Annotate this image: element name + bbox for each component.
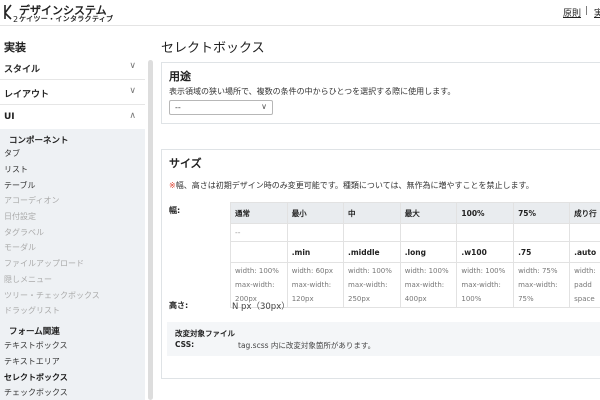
sidebar-item-drag-list[interactable]: ドラッグリスト bbox=[4, 305, 60, 316]
sidebar-item-textarea[interactable]: テキストエリア bbox=[4, 356, 60, 367]
sidebar-item-date[interactable]: 日付設定 bbox=[4, 211, 36, 222]
sidebar-category-style[interactable]: スタイル ∨ bbox=[0, 56, 145, 80]
column-header: 100% bbox=[456, 202, 515, 224]
sidebar-submenu: コンポーネント タブ リスト テーブル アコーディオン 日付設定 タグラベル モ… bbox=[0, 129, 145, 400]
nav-separator: | bbox=[585, 6, 589, 16]
sidebar-item-textbox[interactable]: テキストボックス bbox=[4, 340, 68, 351]
table-header-row: 通常 最小 中 最大 100% 75% 成り行 bbox=[230, 202, 600, 224]
column-header: 75% bbox=[513, 202, 571, 224]
table-cell bbox=[399, 223, 458, 242]
sidebar-group-forms: フォーム関連 bbox=[9, 327, 60, 337]
table-row: .min .middle .long .w100 .75 .auto bbox=[230, 241, 600, 263]
table-cell bbox=[230, 241, 288, 263]
usage-description: 表示領域の狭い場所で、複数の条件の中からひとつを選択する際に使用します。 bbox=[169, 87, 456, 96]
sidebar-heading: 実装 bbox=[4, 41, 26, 54]
nav-link-principles[interactable]: 原則 bbox=[563, 6, 581, 19]
column-header: 通常 bbox=[230, 202, 288, 224]
modify-key: CSS: bbox=[175, 340, 195, 349]
table-cell bbox=[343, 223, 401, 242]
sidebar-item-hidden-menu[interactable]: 隠しメニュー bbox=[4, 274, 52, 285]
table-cell: width: 75% max-width: 75% bbox=[513, 262, 571, 308]
sidebar-item-accordion[interactable]: アコーディオン bbox=[4, 195, 59, 206]
sidebar-group-components: コンポーネント bbox=[9, 136, 69, 146]
svg-text:2: 2 bbox=[13, 15, 18, 24]
sidebar-item-selectbox[interactable]: セレクトボックス bbox=[4, 372, 68, 383]
k2-logo-icon[interactable]: 2 bbox=[3, 2, 19, 24]
sidebar-category-label: レイアウト bbox=[4, 90, 50, 100]
table-cell: width: padd space bbox=[569, 262, 600, 308]
sidebar-category-label: UI bbox=[4, 112, 15, 122]
brand-subtitle: ケイツー・インタラクティブ bbox=[19, 15, 114, 23]
table-cell: .long bbox=[399, 241, 458, 263]
sidebar-item-checkbox[interactable]: チェックボックス bbox=[4, 387, 68, 398]
modify-target-box: 改変対象ファイル CSS: tag.scss 内に改変対象箇所があります。 bbox=[167, 322, 600, 356]
column-header: 最小 bbox=[286, 202, 345, 224]
table-cell: .min bbox=[286, 241, 345, 263]
size-card: サイズ ※幅、高さは初期デザイン時のみ変更可能です。種類については、無作為に増や… bbox=[161, 149, 600, 379]
sidebar-item-table[interactable]: テーブル bbox=[4, 180, 36, 191]
height-label: 高さ: bbox=[169, 301, 189, 310]
table-cell: width: 60px max-width: 120px bbox=[286, 262, 345, 308]
table-row: -- bbox=[230, 223, 600, 242]
chevron-down-icon: ∨ bbox=[129, 61, 136, 71]
top-header: 2 デザインシステム ケイツー・インタラクティブ 原則 | 実 bbox=[0, 0, 600, 26]
usage-card: 用途 表示領域の狭い場所で、複数の条件の中からひとつを選択する際に使用します。 … bbox=[161, 62, 600, 124]
sidebar-item-list[interactable]: リスト bbox=[4, 164, 28, 175]
sample-select[interactable]: -- ∨ bbox=[169, 100, 273, 115]
chevron-down-icon: ∨ bbox=[261, 102, 267, 111]
table-cell: .auto bbox=[569, 241, 600, 263]
table-cell: width: 100% max-width: 100% bbox=[456, 262, 515, 308]
table-cell: .middle bbox=[343, 241, 401, 263]
sidebar-category-ui[interactable]: UI ∧ bbox=[0, 106, 145, 130]
table-cell bbox=[569, 223, 600, 242]
column-header: 中 bbox=[343, 202, 401, 224]
sidebar-item-tab[interactable]: タブ bbox=[4, 148, 20, 159]
size-title: サイズ bbox=[169, 157, 202, 170]
table-cell: -- bbox=[230, 223, 288, 242]
sidebar-scrollbar[interactable] bbox=[148, 60, 153, 400]
table-cell: .75 bbox=[513, 241, 571, 263]
sidebar-category-label: スタイル bbox=[4, 65, 41, 75]
modify-value: tag.scss 内に改変対象箇所があります。 bbox=[238, 341, 376, 350]
column-header: 成り行 bbox=[569, 202, 600, 224]
sidebar-item-modal[interactable]: モーダル bbox=[4, 242, 36, 253]
warning-text: 幅、高さは初期デザイン時のみ変更可能です。種類については、無作為に増やすことを禁… bbox=[175, 181, 534, 190]
page-title: セレクトボックス bbox=[161, 41, 265, 56]
sidebar-category-layout[interactable]: レイアウト ∨ bbox=[0, 81, 145, 105]
sidebar: 実装 スタイル ∨ レイアウト ∨ UI ∧ コンポーネント タブ リスト テー… bbox=[0, 26, 145, 400]
chevron-up-icon: ∧ bbox=[129, 111, 136, 121]
height-value: N px（30px） bbox=[232, 302, 290, 312]
nav-link-implementation[interactable]: 実 bbox=[594, 6, 600, 19]
size-table: 通常 最小 中 最大 100% 75% 成り行 -- .min .middle … bbox=[230, 202, 600, 308]
table-cell: width: 100% max-width: 400px bbox=[399, 262, 458, 308]
column-header: 最大 bbox=[399, 202, 458, 224]
sidebar-item-tree-checkbox[interactable]: ツリー・チェックボックス bbox=[4, 290, 100, 301]
sidebar-item-tag-label[interactable]: タグラベル bbox=[4, 227, 44, 238]
size-warning: ※幅、高さは初期デザイン時のみ変更可能です。種類については、無作為に増やすことを… bbox=[169, 180, 534, 191]
table-cell: .w100 bbox=[456, 241, 515, 263]
select-value: -- bbox=[175, 103, 181, 112]
sidebar-item-file-upload[interactable]: ファイルアップロード bbox=[4, 258, 84, 269]
usage-title: 用途 bbox=[169, 70, 191, 83]
width-label: 幅: bbox=[169, 206, 181, 215]
table-cell bbox=[456, 223, 515, 242]
warning-mark: ※ bbox=[169, 181, 176, 190]
modify-title: 改変対象ファイル bbox=[175, 329, 235, 338]
table-cell: width: 100% max-width: 250px bbox=[343, 262, 401, 308]
chevron-down-icon: ∨ bbox=[129, 86, 136, 96]
table-cell bbox=[286, 223, 345, 242]
table-cell bbox=[513, 223, 571, 242]
